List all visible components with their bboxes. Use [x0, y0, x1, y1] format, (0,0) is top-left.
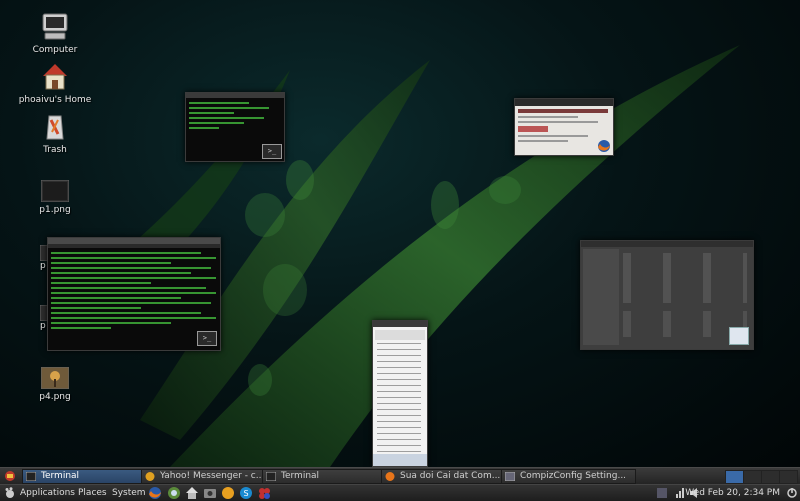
- workspace-switcher[interactable]: [725, 470, 798, 484]
- skype-launcher-icon[interactable]: S: [240, 487, 252, 499]
- desktop-icon-label: phoaivu's Home: [18, 95, 92, 105]
- task-terminal-2[interactable]: Terminal: [262, 469, 397, 484]
- applications-menu[interactable]: Applications: [20, 487, 75, 499]
- firefox-icon: [385, 472, 395, 481]
- workspace-3[interactable]: [761, 470, 780, 484]
- camera-launcher-icon[interactable]: [204, 487, 216, 499]
- media-launcher-icon[interactable]: [258, 487, 270, 499]
- workspace-2[interactable]: [743, 470, 762, 484]
- trash-icon: [46, 115, 64, 140]
- terminal-thumbnail-2[interactable]: >_: [47, 237, 221, 351]
- shutdown-icon[interactable]: [787, 488, 797, 498]
- window-list-panel: Terminal Yahoo! Messenger - c... Termina…: [0, 467, 800, 484]
- task-compizconfig[interactable]: CompizConfig Setting...: [501, 469, 636, 484]
- desktop-icon-trash[interactable]: Trash: [15, 112, 95, 155]
- workspace-4[interactable]: [779, 470, 798, 484]
- desktop-icon-partial[interactable]: p: [0, 245, 52, 271]
- task-label: Sua doi Cai dat Com...: [400, 471, 501, 481]
- window-titlebar: [515, 99, 613, 106]
- image-file-icon: [41, 180, 69, 202]
- gnome-foot-icon: [5, 487, 14, 498]
- firefox-launcher-icon[interactable]: [149, 487, 161, 499]
- firefox-icon: [598, 140, 610, 152]
- desktop-icon-p1[interactable]: p1.png: [15, 180, 95, 215]
- compizconfig-thumbnail[interactable]: [580, 240, 754, 350]
- firefox-thumbnail[interactable]: [514, 98, 614, 156]
- task-firefox[interactable]: Sua doi Cai dat Com...: [381, 469, 517, 484]
- notification-icon[interactable]: [657, 488, 667, 498]
- task-label: Yahoo! Messenger - c...: [160, 471, 265, 481]
- main-panel: Applications Places System S Wed Feb 20,…: [0, 484, 800, 501]
- desktop-icon-label: Trash: [43, 145, 67, 155]
- terminal-icon: [26, 472, 36, 481]
- terminal-icon: [266, 472, 276, 481]
- clock[interactable]: Wed Feb 20, 2:34 PM: [685, 487, 780, 499]
- settings-icon: [505, 472, 515, 481]
- network-icon[interactable]: [675, 488, 685, 498]
- task-label: Terminal: [41, 471, 80, 481]
- desktop-icon-p4[interactable]: p4.png: [15, 367, 95, 402]
- terminal-icon: >_: [262, 144, 282, 159]
- task-label: Terminal: [281, 471, 320, 481]
- image-file-icon: [41, 367, 69, 389]
- svg-text:S: S: [244, 489, 249, 498]
- desktop-icon-partial[interactable]: p: [0, 305, 52, 331]
- desktop: Computer phoaivu's Home Trash p1.png p4.…: [0, 0, 800, 467]
- window-titlebar: [186, 93, 284, 98]
- desktop-icon-label: Computer: [32, 45, 78, 55]
- home-folder-icon: [43, 64, 67, 90]
- desktop-icon-label: p: [40, 261, 46, 271]
- desktop-icon-label: p1.png: [39, 205, 71, 215]
- desktop-icon-home[interactable]: phoaivu's Home: [15, 62, 95, 105]
- terminal-thumbnail-1[interactable]: >_: [185, 92, 285, 162]
- show-desktop-icon[interactable]: [3, 470, 17, 482]
- desktop-icon-computer[interactable]: Computer: [15, 12, 95, 55]
- places-menu[interactable]: Places: [78, 487, 107, 499]
- task-terminal-1[interactable]: Terminal: [22, 469, 157, 484]
- file-list-thumbnail[interactable]: [372, 320, 428, 467]
- messenger-icon: [145, 472, 155, 481]
- desktop-icon-label: p4.png: [39, 392, 71, 402]
- task-yahoo-messenger[interactable]: Yahoo! Messenger - c...: [141, 469, 279, 484]
- workspace-1[interactable]: [725, 470, 744, 484]
- desktop-icon-label: p: [40, 321, 46, 331]
- terminal-icon: >_: [197, 331, 217, 346]
- computer-icon: [42, 13, 68, 40]
- messenger-launcher-icon[interactable]: [222, 487, 234, 499]
- home-launcher-icon[interactable]: [186, 487, 198, 499]
- window-titlebar: [581, 241, 753, 247]
- network-launcher-icon[interactable]: [168, 487, 180, 499]
- system-menu[interactable]: System: [112, 487, 146, 499]
- task-label: CompizConfig Setting...: [520, 471, 627, 481]
- window-titlebar: [373, 321, 427, 327]
